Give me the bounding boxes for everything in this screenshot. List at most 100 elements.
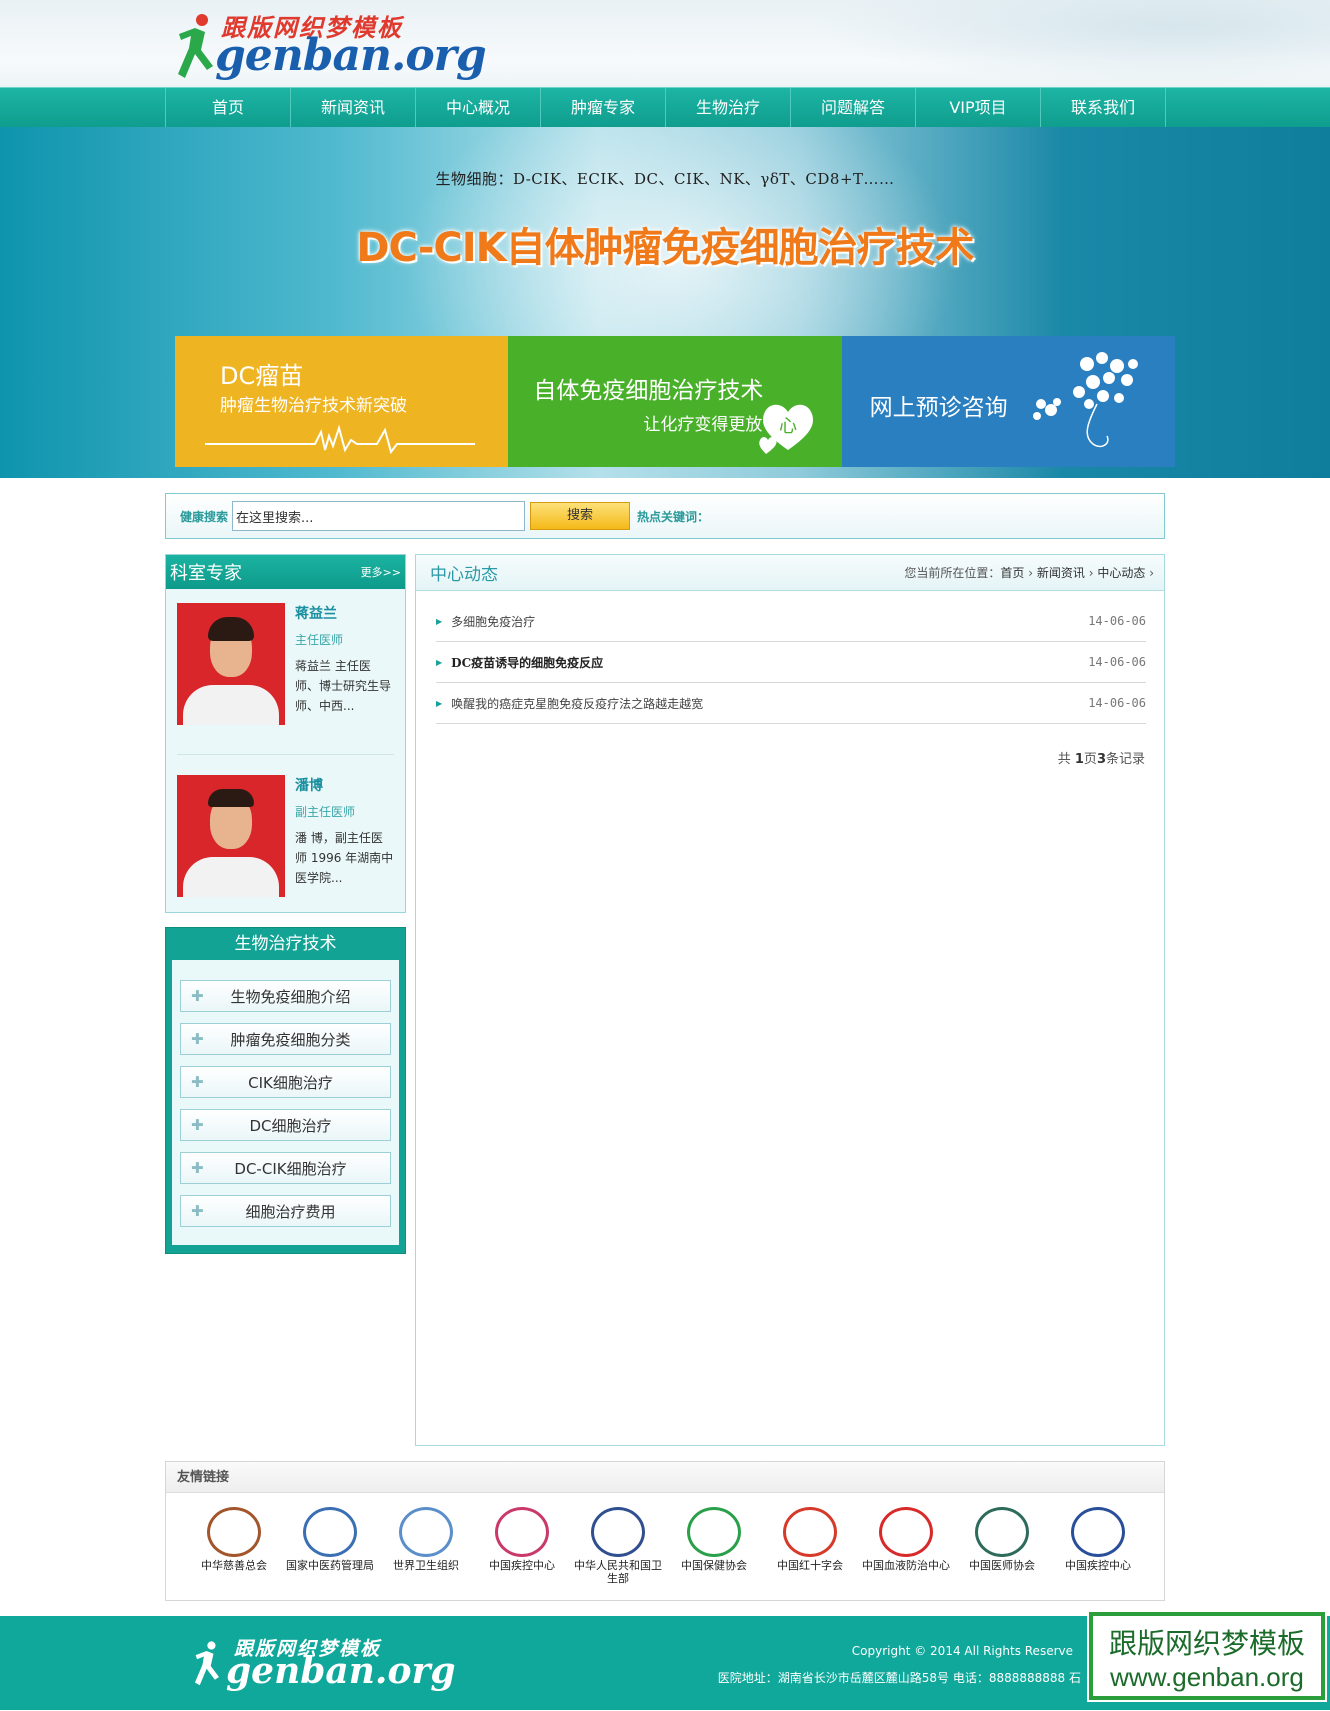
pager-mid: 页	[1083, 752, 1097, 767]
healthcare-association-emblem-icon	[687, 1507, 741, 1557]
section-title: 中心动态	[430, 565, 498, 585]
banner-headline: DC-CIK自体肿瘤免疫细胞治疗技术	[356, 225, 974, 271]
tile-title: DC瘤苗	[220, 362, 304, 390]
partner-logo[interactable]: 中国医师协会	[954, 1507, 1050, 1585]
breadcrumb-label: 您当前所在位置：	[904, 566, 1001, 580]
expert-name[interactable]: 蒋益兰	[295, 603, 394, 623]
nav-contact[interactable]: 联系我们	[1041, 88, 1166, 128]
main-content: 中心动态 您当前所在位置：首页 › 新闻资讯 › 中心动态 › ▶ 多细胞免疫治…	[415, 554, 1165, 1446]
site-logo[interactable]: 跟版网织梦模板 genban.org	[175, 8, 487, 84]
experts-title: 科室专家	[170, 563, 242, 584]
nav-experts[interactable]: 肿瘤专家	[541, 88, 666, 128]
heartbeat-line-icon	[205, 424, 475, 454]
article-date: 14-06-06	[1088, 655, 1146, 669]
expert-desc: 蒋益兰 主任医师、博士研究生导师、中西...	[295, 659, 392, 713]
article-title[interactable]: 唤醒我的癌症克星胞免疫反疫疗法之路越走越宽	[451, 695, 1088, 712]
header: 跟版网织梦模板 genban.org	[0, 0, 1330, 87]
nav-faq[interactable]: 问题解答	[791, 88, 916, 128]
hearts-tree-icon	[1032, 352, 1138, 448]
biotech-link[interactable]: ✚ 生物免疫细胞介绍	[180, 980, 391, 1012]
partner-name: 中华慈善总会	[201, 1559, 267, 1572]
experts-panel: 科室专家 更多>> 蒋益兰 主任医师 蒋益兰 主任医师、博士研究生导师、中西..…	[165, 554, 406, 913]
blood-center-emblem-icon	[879, 1507, 933, 1557]
article-list: ▶ 多细胞免疫治疗 14-06-06 ▶ DC疫苗诱导的细胞免疫反应 14-06…	[416, 591, 1164, 724]
partner-logo[interactable]: 中国血液防治中心	[858, 1507, 954, 1585]
article-row[interactable]: ▶ 唤醒我的癌症克星胞免疫反疫疗法之路越走越宽 14-06-06	[436, 683, 1146, 724]
search-input[interactable]	[232, 501, 525, 531]
banner-subtitle: 生物细胞：D-CIK、ECIK、DC、CIK、NK、γδT、CD8+T……	[435, 170, 895, 188]
partner-logo[interactable]: 中国红十字会	[762, 1507, 858, 1585]
nav-biotherapy[interactable]: 生物治疗	[666, 88, 791, 128]
hot-keywords-label: 热点关键词：	[637, 509, 710, 524]
chevron-right-icon: ›	[1149, 566, 1154, 580]
tile-dc-vaccine[interactable]: DC瘤苗 肿瘤生物治疗技术新突破	[175, 336, 509, 467]
breadcrumb: 您当前所在位置：首页 › 新闻资讯 › 中心动态 ›	[904, 564, 1154, 581]
article-date: 14-06-06	[1088, 696, 1146, 710]
partner-logo[interactable]: 中华人民共和国卫生部	[570, 1507, 666, 1585]
expert-role: 副主任医师	[295, 805, 356, 819]
biotech-link-label: 生物免疫细胞介绍	[230, 987, 351, 1006]
expert-photo[interactable]	[177, 775, 285, 897]
tile-online-consult[interactable]: 网上预诊咨询	[841, 336, 1175, 467]
article-title[interactable]: 多细胞免疫治疗	[451, 613, 1088, 630]
runner-logo-icon	[178, 14, 213, 78]
partner-logo[interactable]: 国家中医药管理局	[282, 1507, 378, 1585]
partner-name: 中国疾控中心	[489, 1559, 555, 1572]
chevron-right-icon: ›	[1028, 566, 1034, 580]
logo-english-text: genban.org	[215, 30, 487, 81]
nav-vip[interactable]: VIP项目	[916, 88, 1041, 128]
charity-emblem-icon	[207, 1507, 261, 1557]
partner-logo[interactable]: 中国疾控中心	[1050, 1507, 1146, 1585]
watermark-url: www.genban.org	[1110, 1662, 1304, 1692]
article-row[interactable]: ▶ 多细胞免疫治疗 14-06-06	[436, 601, 1146, 642]
triangle-bullet-icon: ▶	[436, 698, 443, 708]
nav-about[interactable]: 中心概况	[416, 88, 541, 128]
biotech-link[interactable]: ✚ CIK细胞治疗	[180, 1066, 391, 1098]
biotech-link[interactable]: ✚ 肿瘤免疫细胞分类	[180, 1023, 391, 1055]
article-title[interactable]: DC疫苗诱导的细胞免疫反应	[451, 654, 1088, 671]
nav-news[interactable]: 新闻资讯	[291, 88, 416, 128]
footer-logo-english: genban.org	[226, 1650, 456, 1692]
tcm-emblem-icon	[303, 1507, 357, 1557]
expert-role: 主任医师	[295, 633, 344, 647]
breadcrumb-home[interactable]: 首页	[1000, 566, 1024, 580]
partner-logo[interactable]: 中华慈善总会	[186, 1507, 282, 1585]
partner-logo[interactable]: 中国保健协会	[666, 1507, 762, 1585]
biotech-link-label: CIK细胞治疗	[248, 1073, 333, 1092]
physicians-association-emblem-icon	[975, 1507, 1029, 1557]
expert-card[interactable]: 潘博 副主任医师 潘 博，副主任医师 1996 年湖南中医学院...	[177, 754, 394, 897]
pager-suffix: 条记录	[1105, 752, 1145, 767]
expert-desc: 潘 博，副主任医师 1996 年湖南中医学院...	[295, 831, 394, 885]
experts-more-link[interactable]: 更多>>	[361, 564, 401, 580]
partner-logo[interactable]: 世界卫生组织	[378, 1507, 474, 1585]
expert-card[interactable]: 蒋益兰 主任医师 蒋益兰 主任医师、博士研究生导师、中西...	[166, 589, 405, 754]
pager-prefix: 共	[1057, 752, 1075, 767]
heart-label: 心	[779, 416, 797, 437]
address-text: 医院地址：湖南省长沙市岳麓区麓山路58号 电话：8888888888 石	[717, 1671, 1081, 1685]
triangle-bullet-icon: ▶	[436, 657, 443, 667]
biotech-link-label: DC细胞治疗	[249, 1116, 332, 1135]
plus-cross-icon: ✚	[191, 1202, 204, 1220]
red-cross-emblem-icon	[783, 1507, 837, 1557]
biotech-link[interactable]: ✚ DC-CIK细胞治疗	[180, 1152, 391, 1184]
biotech-link-label: DC-CIK细胞治疗	[234, 1159, 347, 1178]
main-navigation: 首页 新闻资讯 中心概况 肿瘤专家 生物治疗 问题解答 VIP项目 联系我们	[0, 87, 1330, 128]
tile-immune-therapy[interactable]: 自体免疫细胞治疗技术 让化疗变得更放 心	[508, 336, 842, 467]
breadcrumb-news[interactable]: 新闻资讯	[1037, 566, 1085, 580]
partner-name: 中国医师协会	[969, 1559, 1035, 1572]
article-date: 14-06-06	[1088, 614, 1146, 628]
partner-logo[interactable]: 中国疾控中心	[474, 1507, 570, 1585]
search-label: 健康搜索	[180, 509, 229, 524]
expert-name[interactable]: 潘博	[295, 775, 394, 795]
nav-home[interactable]: 首页	[166, 88, 291, 128]
breadcrumb-current[interactable]: 中心动态	[1097, 566, 1145, 580]
search-button[interactable]: 搜索	[530, 502, 630, 530]
footer: 跟版网织梦模板 genban.org Copyright © 2014 All …	[0, 1610, 1330, 1710]
copyright-text: Copyright © 2014 All Rights Reserve	[851, 1644, 1073, 1658]
runner-logo-icon	[194, 1641, 219, 1686]
expert-photo[interactable]	[177, 603, 285, 725]
article-row[interactable]: ▶ DC疫苗诱导的细胞免疫反应 14-06-06	[436, 642, 1146, 683]
biotech-link[interactable]: ✚ DC细胞治疗	[180, 1109, 391, 1141]
biotech-link[interactable]: ✚ 细胞治疗费用	[180, 1195, 391, 1227]
biotech-link-label: 肿瘤免疫细胞分类	[230, 1030, 351, 1049]
